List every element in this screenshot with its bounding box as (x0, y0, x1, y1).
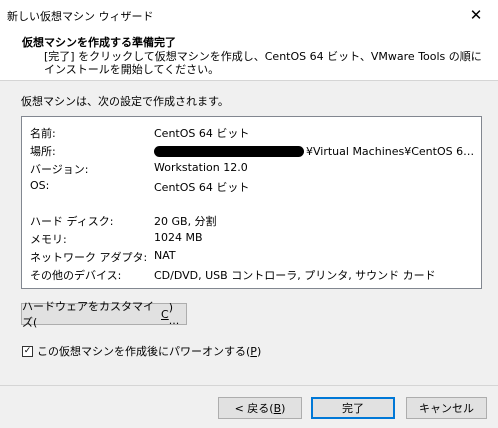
close-icon[interactable]: ✕ (454, 0, 498, 30)
summary-value: CD/DVD, USB コントローラ, プリンタ, サウンド カード (154, 269, 436, 282)
back-accesskey: B (273, 401, 282, 415)
power-on-label-pre: この仮想マシンを作成後にパワーオンする( (37, 345, 251, 358)
page-description: [完了] をクリックして仮想マシンを作成し、CentOS 64 ビット、VMwa… (44, 50, 482, 76)
summary-value: 20 GB, 分割 (154, 215, 217, 228)
summary-value: NAT (154, 249, 176, 262)
customize-label-pre: ハードウェアをカスタマイズ( (22, 300, 154, 329)
summary-key: ネットワーク アダプタ: (30, 251, 148, 264)
window-title: 新しい仮想マシン ウィザード (7, 10, 154, 23)
wizard-window: 新しい仮想マシン ウィザード ✕ 仮想マシンを作成する準備完了 [完了] をクリ… (0, 0, 498, 428)
summary-key: OS: (30, 179, 50, 192)
customize-hardware-button[interactable]: ハードウェアをカスタマイズ( C) ... (21, 300, 187, 329)
power-on-accesskey: P (250, 344, 257, 358)
page-title: 仮想マシンを作成する準備完了 (22, 36, 176, 49)
customize-label-post: ) ... (168, 301, 180, 327)
summary-key: 名前: (30, 127, 56, 140)
check-icon: ✓ (23, 345, 32, 356)
summary-intro: 仮想マシンは、次の設定で作成されます。 (21, 95, 229, 108)
location-path: ¥Virtual Machines¥CentOS 64 ビ... (154, 143, 479, 159)
back-label-pre: < 戻る( (234, 402, 274, 415)
summary-value: CentOS 64 ビット (154, 127, 250, 140)
location-path-text: ¥Virtual Machines¥CentOS 64 ビ... (306, 145, 479, 158)
footer-divider (0, 385, 498, 386)
summary-key: メモリ: (30, 233, 67, 246)
power-on-label-post: ) (256, 344, 262, 358)
summary-value: CentOS 64 ビット (154, 181, 250, 194)
summary-value: Workstation 12.0 (154, 161, 248, 174)
customize-accesskey: C (161, 307, 169, 321)
summary-value-location: ¥Virtual Machines¥CentOS 64 ビ... (154, 143, 479, 159)
title-bar: 新しい仮想マシン ウィザード ✕ (0, 0, 498, 30)
power-on-option[interactable]: ✓ この仮想マシンを作成後にパワーオンする(P) (22, 343, 261, 359)
redacted-path (154, 145, 304, 157)
summary-key: バージョン: (30, 163, 89, 176)
back-label-post: ) (281, 401, 286, 415)
summary-key: ハード ディスク: (30, 215, 114, 228)
cancel-button[interactable]: キャンセル (406, 397, 487, 419)
settings-summary: 名前: CentOS 64 ビット 場所: ¥Virtual Machines¥… (21, 116, 482, 289)
back-button[interactable]: < 戻る(B) (218, 397, 302, 419)
finish-button[interactable]: 完了 (311, 397, 395, 419)
summary-key: その他のデバイス: (30, 269, 122, 282)
power-on-checkbox[interactable]: ✓ (22, 345, 33, 357)
summary-value: 1024 MB (154, 231, 203, 244)
wizard-header: 仮想マシンを作成する準備完了 [完了] をクリックして仮想マシンを作成し、Cen… (0, 30, 498, 81)
summary-key: 場所: (30, 145, 56, 158)
